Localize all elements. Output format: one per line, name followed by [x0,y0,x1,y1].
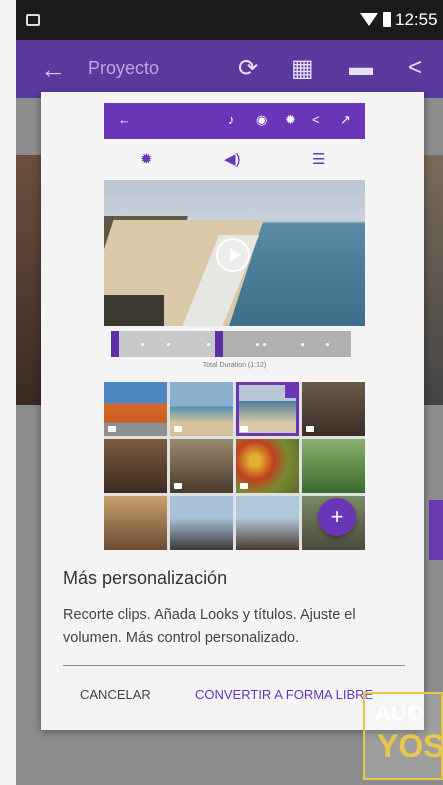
sync-icon[interactable]: ⟳ [238,54,258,83]
timeline-dot [141,343,144,346]
clip-thumbnail [236,439,299,493]
illustration-look-icon: ◉ [256,112,268,127]
dialog-heading: Más personalización [63,568,228,588]
background-photo-right [421,155,443,405]
back-arrow-icon[interactable]: ← [40,54,66,85]
illustration-tools-row: ✹ ◀) ☰ [104,148,365,172]
clip-thumbnail [170,439,233,493]
illustration-duration-label: Total Duration (1:12) [202,362,267,369]
illustration-expand-icon: ↗ [340,112,351,127]
camera-icon [108,426,116,432]
clip-thumbnail-selected [236,382,299,436]
timeline-dot [256,343,259,346]
cancel-button[interactable]: CANCELAR [80,687,151,702]
grid-icon[interactable]: ▦ [291,54,314,83]
status-bar: 12:55 [16,0,443,40]
camera-icon [174,483,182,489]
add-clip-fab-icon: + [318,498,356,536]
timeline-dot [263,343,266,346]
clip-thumbnail [236,496,299,550]
status-time: 12:55 [395,10,438,29]
image-notification-icon [26,14,40,26]
illustration-music-icon: ♪ [228,112,235,127]
watermark-line2: YOS [377,728,443,764]
customization-dialog: ← ♪ ◉ ✹ < ↗ ✹ ◀) ☰ Total Duration (1:12) [41,92,424,730]
clip-thumbnail [170,496,233,550]
timeline-dot [326,343,329,346]
clip-thumbnail [302,439,365,493]
background-audio-wave [429,500,443,560]
clip-thumbnail [302,382,365,436]
play-icon [216,238,250,272]
battery-icon [383,12,391,27]
background-photo-left [16,155,44,405]
watermark-line1: AUO [375,702,425,725]
app-bar-title: Proyecto [88,58,160,78]
camera-icon [174,426,182,432]
dialog-divider [63,665,405,666]
wifi-icon [360,13,378,26]
convert-freeform-button[interactable]: CONVERTIR A FORMA LIBRE [195,687,373,702]
illustration-timeline [111,331,351,357]
clip-thumbnail [104,382,167,436]
clip-thumbnail [170,382,233,436]
dialog-body: Recorte clips. Añada Looks y títulos. Aj… [63,607,356,646]
trash-icon [285,384,297,398]
watermark-logo: AUO YOS [363,692,443,780]
video-rocks [104,295,164,326]
camera-icon [306,426,314,432]
illustration-gear-icon: ✹ [140,151,153,168]
clapperboard-icon[interactable]: ▬ [349,54,373,82]
timeline-dot [167,343,170,346]
share-icon[interactable]: < [408,54,422,82]
illustration-settings-icon: ✹ [285,112,296,127]
camera-icon [240,483,248,489]
clip-thumbnail [104,496,167,550]
timeline-dot [207,343,210,346]
timeline-dot [301,343,304,346]
illustration-share-icon: < [312,112,320,127]
illustration-volume-icon: ◀) [224,151,241,168]
app-bar: ← Proyecto ⟳ ▦ ▬ < [16,40,443,98]
clip-thumbnail [104,439,167,493]
illustration-video-preview [104,180,365,326]
illustration-sliders-icon: ☰ [312,151,326,168]
illustration-toolbar: ← ♪ ◉ ✹ < ↗ [104,103,365,139]
camera-icon [240,426,248,432]
illustration-back-icon: ← [118,112,131,127]
